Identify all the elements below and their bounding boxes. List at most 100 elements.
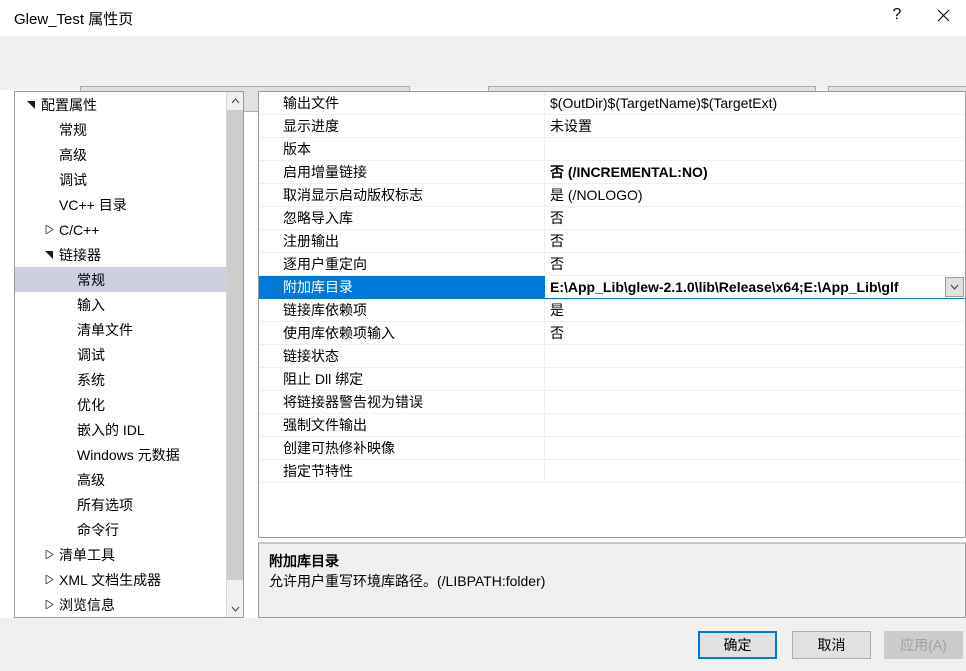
property-value[interactable]: E:\App_Lib\glew-2.1.0\lib\Release\x64;E:… — [545, 276, 965, 298]
property-row[interactable]: 输出文件 $(OutDir)$(TargetName)$(TargetExt) — [259, 92, 965, 115]
description-title: 附加库目录 — [269, 553, 339, 569]
close-button[interactable] — [920, 0, 966, 30]
property-value — [545, 368, 965, 390]
property-value: 否 — [550, 325, 564, 341]
tree-item-label: 嵌入的 IDL — [77, 421, 145, 438]
property-value: 否 — [550, 256, 564, 272]
tree-item-0[interactable]: 配置属性 — [15, 92, 226, 117]
tree-item-label: 命令行 — [77, 521, 119, 538]
tree-item-14[interactable]: Windows 元数据 — [15, 442, 226, 467]
property-name: 忽略导入库 — [259, 207, 545, 229]
property-row[interactable]: 指定节特性 — [259, 460, 965, 483]
property-name: 逐用户重定向 — [259, 253, 545, 275]
tree-item-3[interactable]: 调试 — [15, 167, 226, 192]
property-row[interactable]: 阻止 Dll 绑定 — [259, 368, 965, 391]
tree-item-label: 系统 — [77, 371, 105, 388]
description-body: 允许用户重写环境库路径。(/LIBPATH:folder) — [269, 573, 546, 589]
ok-button[interactable]: 确定 — [698, 631, 777, 659]
tree-item-label: 优化 — [77, 396, 105, 413]
triangle-right-icon[interactable] — [41, 550, 57, 559]
property-name: 启用增量链接 — [259, 161, 545, 183]
chevron-up-icon — [231, 97, 239, 103]
property-name: 取消显示启动版权标志 — [259, 184, 545, 206]
property-row[interactable]: 强制文件输出 — [259, 414, 965, 437]
cancel-button[interactable]: 取消 — [792, 631, 871, 659]
property-row[interactable]: 启用增量链接否 (/INCREMENTAL:NO) — [259, 161, 965, 184]
tree-item-1[interactable]: 常规 — [15, 117, 226, 142]
tree-item-label: 常规 — [77, 271, 105, 288]
tree-item-17[interactable]: 命令行 — [15, 517, 226, 542]
property-row[interactable]: 忽略导入库否 — [259, 207, 965, 230]
property-name: 显示进度 — [259, 115, 545, 137]
tree-item-8[interactable]: 输入 — [15, 292, 226, 317]
tree-item-7[interactable]: 常规 — [15, 267, 226, 292]
property-row[interactable]: 将链接器警告视为错误 — [259, 391, 965, 414]
tree-item-label: 配置属性 — [41, 96, 97, 113]
tree-item-19[interactable]: XML 文档生成器 — [15, 567, 226, 592]
tree-item-16[interactable]: 所有选项 — [15, 492, 226, 517]
apply-button: 应用(A) — [884, 631, 963, 659]
dialog-footer: 确定 取消 应用(A) — [0, 618, 966, 671]
property-value: 否 — [550, 233, 564, 249]
chevron-down-icon — [231, 606, 239, 612]
properties-tree-panel: 配置属性 常规 高级 调试 VC++ 目录 C/C++ 链接器 常规 输入 清单文件 调试 系统 优化嵌… — [14, 91, 244, 618]
tree-item-9[interactable]: 清单文件 — [15, 317, 226, 342]
property-row[interactable]: 注册输出否 — [259, 230, 965, 253]
tree-item-2[interactable]: 高级 — [15, 142, 226, 167]
triangle-right-icon[interactable] — [41, 225, 57, 234]
properties-tree[interactable]: 配置属性 常规 高级 调试 VC++ 目录 C/C++ 链接器 常规 输入 清单文件 调试 系统 优化嵌… — [15, 92, 226, 617]
triangle-down-icon[interactable] — [23, 100, 39, 109]
tree-vertical-scrollbar[interactable] — [226, 92, 243, 617]
tree-item-label: 浏览信息 — [59, 596, 115, 613]
property-row[interactable]: 链接库依赖项是 — [259, 299, 965, 322]
tree-item-20[interactable]: 浏览信息 — [15, 592, 226, 617]
property-value — [545, 437, 965, 459]
property-row[interactable]: 逐用户重定向否 — [259, 253, 965, 276]
tree-item-13[interactable]: 嵌入的 IDL — [15, 417, 226, 442]
property-name: 注册输出 — [259, 230, 545, 252]
title-bar-buttons: ? — [874, 0, 966, 36]
tree-item-4[interactable]: VC++ 目录 — [15, 192, 226, 217]
tree-item-label: 高级 — [77, 471, 105, 488]
triangle-right-icon[interactable] — [41, 600, 57, 609]
scroll-up-button[interactable] — [227, 92, 243, 109]
property-name: 使用库依赖项输入 — [259, 322, 545, 344]
window-title: Glew_Test 属性页 — [14, 11, 134, 28]
property-row[interactable]: 版本 — [259, 138, 965, 161]
property-name: 强制文件输出 — [259, 414, 545, 436]
title-bar: Glew_Test 属性页 ? — [0, 0, 966, 36]
tree-item-label: 输入 — [77, 296, 105, 313]
configuration-bar: 配置(C): Release 平台(P): x64 配置管理器(O)... — [0, 36, 966, 112]
question-mark-icon: ? — [892, 6, 902, 23]
property-row[interactable]: 取消显示启动版权标志是 (/NOLOGO) — [259, 184, 965, 207]
tree-item-18[interactable]: 清单工具 — [15, 542, 226, 567]
scroll-down-button[interactable] — [227, 600, 243, 617]
scroll-thumb[interactable] — [227, 110, 243, 580]
property-value: 是 — [550, 302, 564, 318]
property-grid[interactable]: 输出文件 $(OutDir)$(TargetName)$(TargetExt) 显示… — [258, 91, 966, 538]
tree-item-label: 常规 — [59, 121, 87, 138]
property-row[interactable]: 使用库依赖项输入否 — [259, 322, 965, 345]
help-button[interactable]: ? — [874, 0, 920, 30]
tree-item-11[interactable]: 系统 — [15, 367, 226, 392]
tree-item-label: 调试 — [59, 171, 87, 188]
property-row[interactable]: 显示进度 未设置 — [259, 115, 965, 138]
property-value-dropdown-button[interactable] — [945, 277, 964, 297]
tree-item-12[interactable]: 优化 — [15, 392, 226, 417]
tree-item-10[interactable]: 调试 — [15, 342, 226, 367]
property-row[interactable]: 链接状态 — [259, 345, 965, 368]
tree-item-6[interactable]: 链接器 — [15, 242, 226, 267]
tree-item-label: XML 文档生成器 — [59, 571, 162, 588]
tree-item-label: 清单工具 — [59, 546, 115, 563]
property-name: 创建可热修补映像 — [259, 437, 545, 459]
property-row-selected[interactable]: 附加库目录 E:\App_Lib\glew-2.1.0\lib\Release\x… — [259, 276, 965, 299]
property-row[interactable]: 创建可热修补映像 — [259, 437, 965, 460]
tree-item-15[interactable]: 高级 — [15, 467, 226, 492]
triangle-down-icon[interactable] — [41, 250, 57, 259]
property-name: 指定节特性 — [259, 460, 545, 482]
description-panel: 附加库目录 允许用户重写环境库路径。(/LIBPATH:folder) — [258, 542, 966, 618]
triangle-right-icon[interactable] — [41, 575, 57, 584]
property-value — [545, 138, 965, 160]
tree-item-5[interactable]: C/C++ — [15, 217, 226, 242]
property-value: 否 (/INCREMENTAL:NO) — [550, 164, 708, 180]
